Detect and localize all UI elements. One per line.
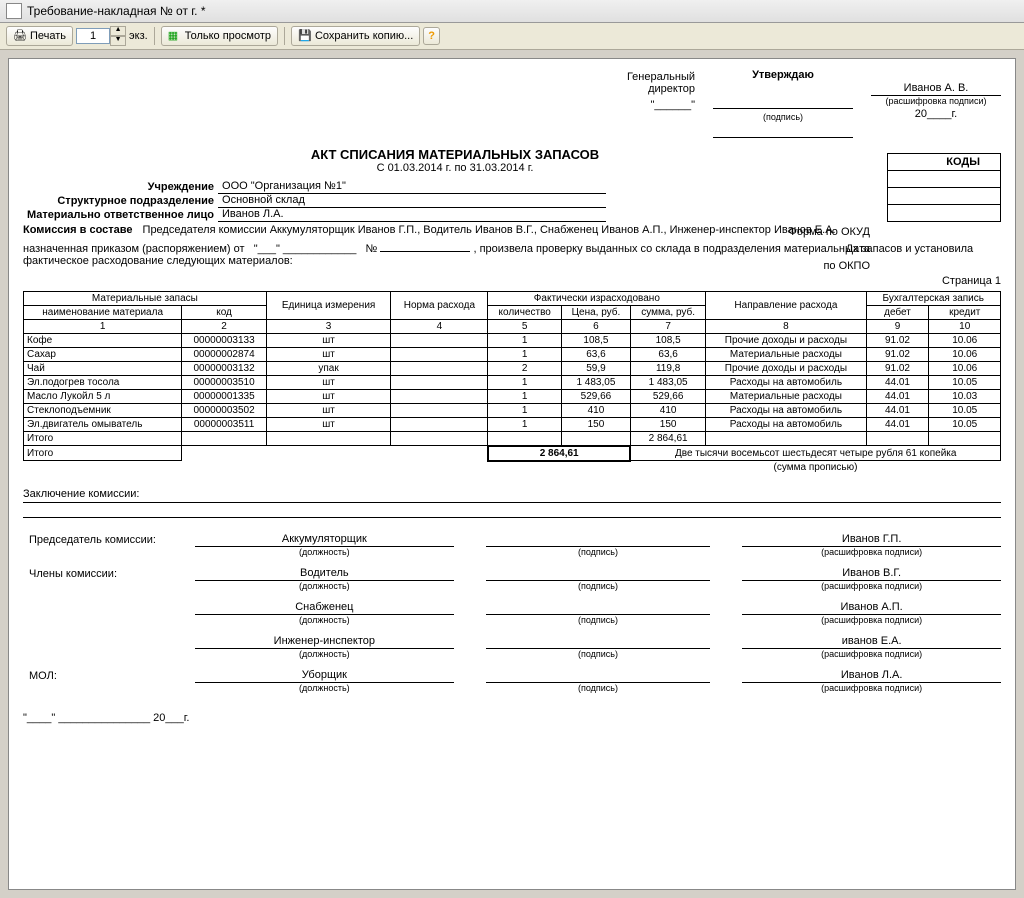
print-label: Печать <box>30 30 66 42</box>
komis-label: Комиссия в составе <box>23 224 133 236</box>
toolbar: 🖨 Печать ▲ ▼ экз. ▦ Только просмотр 💾 Со… <box>0 23 1024 50</box>
copies-label: экз. <box>129 30 148 42</box>
table-row: Сахар00000002874шт163,663,6Материальные … <box>24 348 1001 362</box>
table-row: Эл.подогрев тосола00000003510шт11 483,05… <box>24 376 1001 390</box>
help-icon: ? <box>428 30 435 42</box>
document-page: Генеральный директор "______" Утверждаю … <box>8 58 1016 890</box>
window-title: Требование-накладная № от г. * <box>27 4 206 18</box>
year-field: 20____г. <box>871 108 1001 120</box>
save-icon: 💾 <box>298 29 312 43</box>
window-icon <box>6 3 22 19</box>
podr-value: Основной склад <box>218 194 606 208</box>
window-titlebar: Требование-накладная № от г. * <box>0 0 1024 23</box>
copies-input[interactable] <box>76 28 110 44</box>
printer-icon: 🖨 <box>13 29 27 43</box>
print-button[interactable]: 🖨 Печать <box>6 26 73 46</box>
dir-label2: директор <box>627 83 695 95</box>
dir-label1: Генеральный <box>627 71 695 83</box>
toolbar-separator <box>284 27 285 45</box>
podpis-caption: (подпись) <box>713 112 853 122</box>
table-row: Чай00000003132упак259,9119,8Прочие доход… <box>24 362 1001 376</box>
mol-label: Материально ответственное лицо <box>23 208 218 222</box>
doc-period: С 01.03.2014 г. по 31.03.2014 г. <box>23 162 887 174</box>
copies-spinner[interactable]: ▲ ▼ <box>76 26 126 46</box>
mol-value: Иванов Л.А. <box>218 208 606 222</box>
naznach-num: № <box>366 243 378 255</box>
table-row: Эл.двигатель омыватель00000003511шт11501… <box>24 418 1001 432</box>
approver-name: Иванов А. В. <box>871 82 1001 96</box>
approve-title: Утверждаю <box>713 69 853 81</box>
uchr-value: ООО "Организация №1" <box>218 180 606 194</box>
view-only-button[interactable]: ▦ Только просмотр <box>161 26 278 46</box>
codes-table: КОДЫ <box>887 153 1001 222</box>
podr-label: Структурное подразделение <box>23 194 218 208</box>
table-row: Стеклоподъемник00000003502шт1410410Расхо… <box>24 404 1001 418</box>
rasshifr-caption: (расшифровка подписи) <box>871 96 1001 106</box>
okud-label: Форма по ОКУД <box>789 224 871 241</box>
date-label: Дата <box>789 241 871 258</box>
signatures-block: Председатель комиссии:АккумуляторщикИван… <box>23 532 1001 694</box>
table-icon: ▦ <box>168 29 182 43</box>
table-row: Масло Лукойл 5 л00000001335шт1529,66529,… <box>24 390 1001 404</box>
help-button[interactable]: ? <box>423 27 440 45</box>
copies-down[interactable]: ▼ <box>110 36 126 46</box>
uchr-label: Учреждение <box>23 180 218 194</box>
naznach-label: назначенная приказом (распоряжением) от <box>23 243 245 255</box>
view-only-label: Только просмотр <box>185 30 271 42</box>
main-table: Материальные запасы Единица измерения Но… <box>23 291 1001 474</box>
komis-value: Председателя комиссии Аккумуляторщик Ива… <box>133 224 836 236</box>
okpo-label: по ОКПО <box>789 258 871 275</box>
save-copy-button[interactable]: 💾 Сохранить копию... <box>291 26 420 46</box>
kody-header: КОДЫ <box>888 154 1001 171</box>
doc-title: АКТ СПИСАНИЯ МАТЕРИАЛЬНЫХ ЗАПАСОВ <box>23 147 887 162</box>
copies-up[interactable]: ▲ <box>110 26 126 36</box>
page-number: Страница 1 <box>23 275 1001 287</box>
toolbar-separator <box>154 27 155 45</box>
table-row: Кофе00000003133шт1108,5108,5Прочие доход… <box>24 334 1001 348</box>
save-copy-label: Сохранить копию... <box>315 30 413 42</box>
conclusion-label: Заключение комиссии: <box>23 488 139 500</box>
